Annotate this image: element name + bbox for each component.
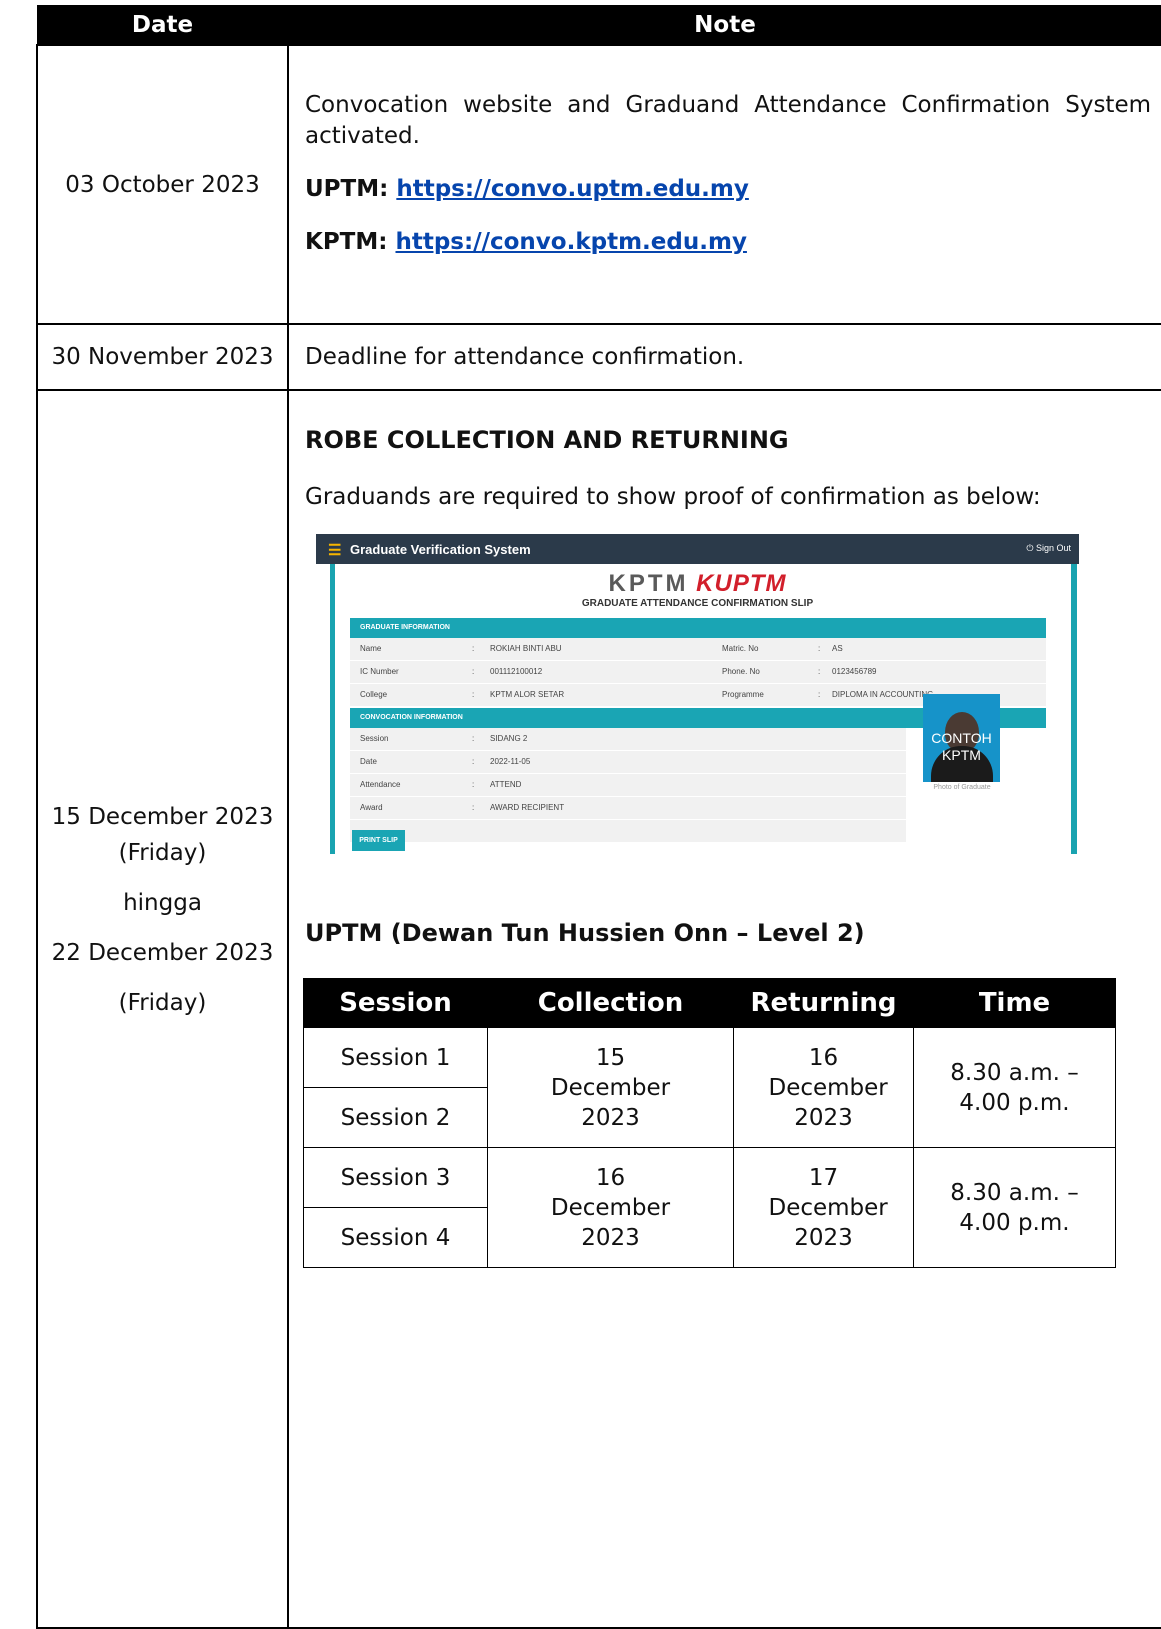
row1-note: Convocation website and Graduand Attenda… — [287, 44, 1161, 325]
row1-date: 03 October 2023 — [36, 44, 289, 325]
menu-icon: ☰ — [328, 542, 342, 559]
row2-date: 30 November 2023 — [36, 323, 289, 391]
collection-cell: 16 December 2023 — [487, 1147, 734, 1268]
uptm-label: UPTM: — [305, 175, 389, 202]
time-cell: 8.30 a.m. – 4.00 p.m. — [913, 1027, 1116, 1148]
session-cell: Session 4 — [303, 1207, 488, 1268]
robe-schedule-table: Session Collection Returning Time Sessio… — [303, 978, 1116, 1268]
print-slip-button: PRINT SLIP — [352, 830, 405, 851]
document-page: Date Note 03 October 2023 Convocation we… — [0, 0, 1161, 1629]
column-header-note: Note — [287, 5, 1161, 46]
photo-caption: Photo of Graduate — [933, 784, 991, 791]
session-cell: Session 1 — [303, 1027, 488, 1088]
sched-header-collection: Collection — [487, 978, 734, 1028]
info-row: IC Number:001112100012 Phone. No:0123456… — [350, 661, 1046, 684]
kptm-label: KPTM: — [305, 228, 388, 255]
info-row: Award: AWARD RECIPIENT — [350, 797, 906, 820]
row2-note: Deadline for attendance confirmation. — [287, 323, 1161, 391]
collection-cell: 15 December 2023 — [487, 1027, 734, 1148]
returning-cell: 17 December 2023 — [733, 1147, 914, 1268]
venue-heading: UPTM (Dewan Tun Hussien Onn – Level 2) — [305, 919, 865, 947]
info-row — [350, 820, 906, 843]
photo-watermark: CONTOH KPTM — [931, 730, 992, 763]
app-title: Graduate Verification System — [350, 542, 531, 557]
kptm-link-line: KPTM: https://convo.kptm.edu.my — [305, 227, 1151, 258]
sched-header-time: Time — [913, 978, 1116, 1028]
time-cell: 8.30 a.m. – 4.00 p.m. — [913, 1147, 1116, 1268]
sched-header-returning: Returning — [733, 978, 914, 1028]
returning-cell: 16 December 2023 — [733, 1027, 914, 1148]
info-row: Attendance: ATTEND — [350, 774, 906, 797]
institution-logo: KPTM KUPTM — [608, 570, 787, 597]
graduate-info-header: GRADUATE INFORMATION — [350, 618, 1046, 638]
convocation-info-section: CONVOCATION INFORMATION Session: SIDANG 2… — [350, 708, 1046, 843]
slip-title: GRADUATE ATTENDANCE CONFIRMATION SLIP — [581, 598, 814, 609]
proof-intro: Graduands are required to show proof of … — [305, 484, 1041, 510]
robe-heading: ROBE COLLECTION AND RETURNING — [305, 426, 789, 454]
info-row: Name: ROKIAH BINTI ABU Matric. No: AS — [350, 638, 1046, 661]
uptm-link[interactable]: https://convo.uptm.edu.my — [396, 176, 749, 202]
end-date: 22 December 2023 — [51, 940, 274, 966]
session-cell: Session 2 — [303, 1087, 488, 1148]
start-day: (Friday) — [118, 840, 207, 866]
signout-link: ⏻ Sign Out — [1026, 543, 1071, 553]
hingga-text: hingga — [123, 890, 202, 916]
uptm-link-line: UPTM: https://convo.uptm.edu.my — [305, 174, 1151, 205]
kptm-link[interactable]: https://convo.kptm.edu.my — [395, 229, 746, 255]
session-cell: Session 3 — [303, 1147, 488, 1208]
info-row: Date:2022-11-05 — [350, 751, 906, 774]
sched-header-session: Session — [303, 978, 488, 1028]
row3-note: ROBE COLLECTION AND RETURNING Graduands … — [287, 389, 1161, 1629]
app-header-bar: ☰ Graduate Verification System ⏻ Sign Ou… — [316, 534, 1079, 564]
convocation-schedule-table: Date Note 03 October 2023 Convocation we… — [36, 5, 1161, 1629]
row3-date: 15 December 2023 (Friday) hingga 22 Dece… — [36, 389, 289, 1629]
column-header-date: Date — [36, 5, 289, 46]
graduate-photo: CONTOH KPTM — [923, 694, 1000, 782]
start-date: 15 December 2023 — [51, 804, 274, 830]
end-day: (Friday) — [118, 990, 207, 1016]
confirmation-slip-image: ☰ Graduate Verification System ⏻ Sign Ou… — [316, 534, 1079, 854]
activation-text: Convocation website and Graduand Attenda… — [305, 91, 1151, 149]
info-row: Session: SIDANG 2 — [350, 728, 906, 751]
